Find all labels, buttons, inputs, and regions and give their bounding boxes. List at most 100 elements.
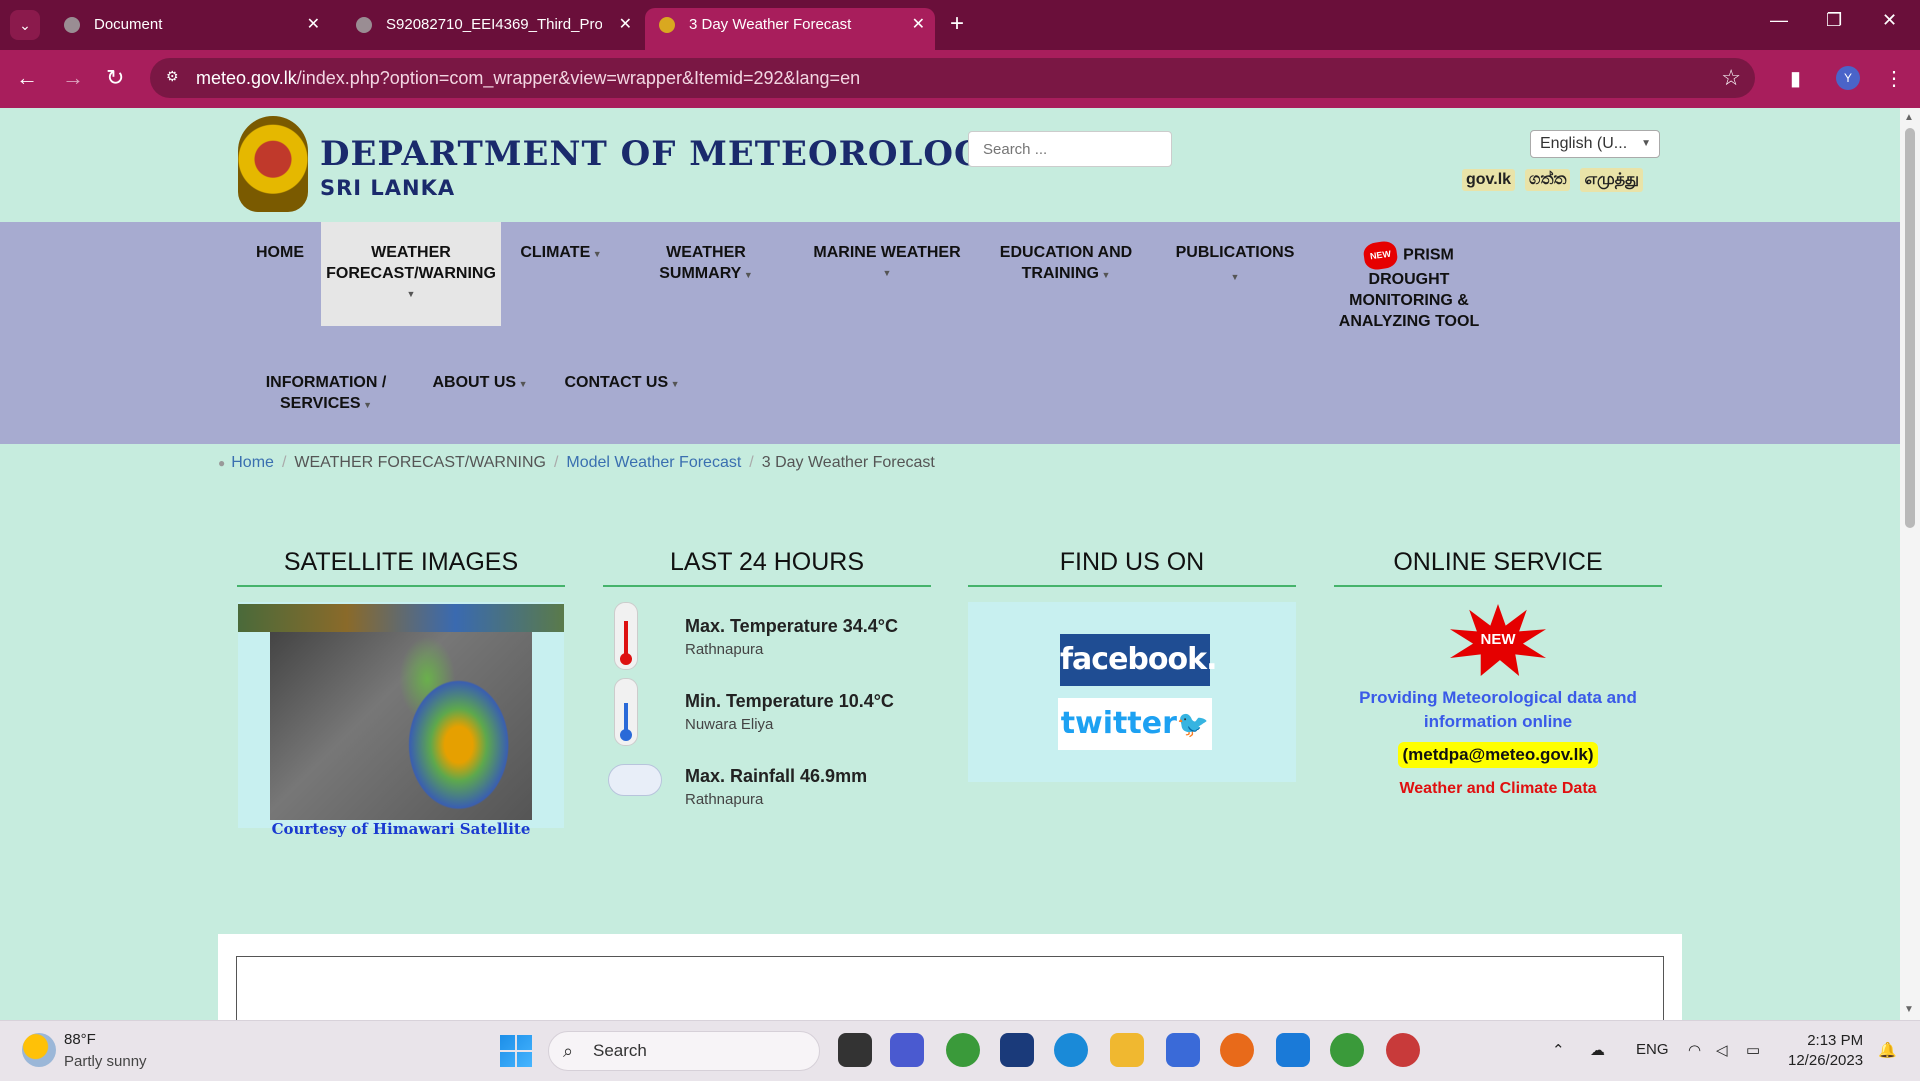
nav-weather-summary[interactable]: WEATHER SUMMARY ▼ bbox=[650, 242, 762, 286]
nav-about-us[interactable]: ABOUT US ▼ bbox=[430, 372, 530, 395]
partly-sunny-icon[interactable] bbox=[22, 1033, 56, 1067]
twitter-link[interactable]: twitter🐦 bbox=[1058, 698, 1212, 750]
onedrive-icon[interactable]: ☁ bbox=[1590, 1041, 1605, 1059]
wifi-icon[interactable]: ◠ bbox=[1688, 1041, 1701, 1059]
notification-bell-icon[interactable]: 🔔 bbox=[1878, 1041, 1897, 1059]
nav-publications[interactable]: PUBLICATIONS ▼ bbox=[1170, 242, 1300, 288]
satellite-image-panel[interactable]: Courtesy of Himawari Satellite bbox=[238, 602, 564, 838]
battery-icon[interactable]: ▭ bbox=[1746, 1041, 1760, 1059]
scroll-down-icon[interactable]: ▼ bbox=[1904, 1004, 1914, 1015]
breadcrumb-level2[interactable]: Model Weather Forecast bbox=[566, 454, 741, 471]
last-24-hours-title: LAST 24 HOURS bbox=[603, 548, 931, 587]
profile-avatar[interactable]: Y bbox=[1836, 66, 1860, 90]
url-host: meteo.gov.lk bbox=[196, 68, 297, 88]
address-bar[interactable]: ⚙ meteo.gov.lk/index.php?option=com_wrap… bbox=[150, 58, 1755, 98]
firefox-icon[interactable] bbox=[1220, 1033, 1254, 1067]
nav-home[interactable]: HOME bbox=[250, 242, 310, 263]
online-service-line1: Providing Meteorological data and bbox=[1359, 688, 1637, 707]
nav-education-training[interactable]: EDUCATION AND TRAINING ▼ bbox=[996, 242, 1136, 286]
tab-label: S92082710_EEI4369_Third_Prog bbox=[386, 16, 602, 33]
vscode-icon[interactable] bbox=[1276, 1033, 1310, 1067]
taskbar-weather-condition[interactable]: Partly sunny bbox=[64, 1053, 147, 1070]
scrollbar-thumb[interactable] bbox=[1905, 128, 1915, 528]
nav-label: INFORMATION / bbox=[265, 374, 387, 391]
satellite-image[interactable] bbox=[270, 632, 532, 820]
online-service-description[interactable]: Providing Meteorological data and inform… bbox=[1334, 686, 1662, 734]
browser-tab-strip: ⌄ Document ✕ S92082710_EEI4369_Third_Pro… bbox=[0, 0, 1920, 50]
forward-icon[interactable]: → bbox=[62, 64, 84, 92]
nav-label: FORECAST/WARNING bbox=[326, 265, 496, 282]
site-title[interactable]: DEPARTMENT OF METEOROLOGY bbox=[320, 134, 1009, 174]
tamil-link[interactable]: எமுத்து bbox=[1580, 168, 1644, 192]
side-panel-icon[interactable]: ▮ bbox=[1790, 66, 1801, 91]
tab-search-chevron-icon[interactable]: ⌄ bbox=[10, 10, 40, 40]
tab-document[interactable]: Document ✕ bbox=[50, 8, 330, 50]
breadcrumb: ● Home / WEATHER FORECAST/WARNING / Model Wea… bbox=[218, 454, 935, 472]
nav-climate[interactable]: CLIMATE ▼ bbox=[516, 242, 606, 265]
new-tab-icon[interactable]: + bbox=[950, 10, 964, 38]
back-icon[interactable]: ← bbox=[16, 64, 38, 92]
breadcrumb-home[interactable]: Home bbox=[231, 454, 274, 471]
snipping-tool-icon[interactable] bbox=[1166, 1033, 1200, 1067]
scroll-up-icon[interactable]: ▲ bbox=[1904, 112, 1914, 123]
sri-lanka-emblem-logo[interactable] bbox=[238, 116, 308, 212]
nav-label: DROUGHT bbox=[1368, 271, 1450, 288]
windows-start-icon[interactable] bbox=[500, 1035, 532, 1067]
satellite-image-header bbox=[238, 604, 564, 632]
chrome-profile-s-icon[interactable] bbox=[1330, 1033, 1364, 1067]
min-temperature-place: Nuwara Eliya bbox=[685, 716, 774, 733]
nav-contact-us[interactable]: CONTACT US ▼ bbox=[562, 372, 682, 395]
tab-weather-forecast[interactable]: 3 Day Weather Forecast ✕ bbox=[645, 8, 935, 50]
site-info-icon[interactable]: ⚙ bbox=[166, 68, 184, 86]
forecast-iframe[interactable] bbox=[236, 956, 1664, 1020]
reload-icon[interactable]: ↻ bbox=[106, 64, 124, 92]
tab-assignment[interactable]: S92082710_EEI4369_Third_Prog ✕ bbox=[342, 8, 642, 50]
sinhala-link[interactable]: ගත්ත bbox=[1525, 169, 1571, 191]
close-tab-icon[interactable]: ✕ bbox=[307, 8, 320, 42]
twitter-label: twitter bbox=[1060, 706, 1177, 741]
online-service-email[interactable]: (metdpa@meteo.gov.lk) bbox=[1398, 742, 1598, 768]
show-hidden-icons-chevron-icon[interactable]: ⌃ bbox=[1552, 1041, 1565, 1059]
edge-browser-icon[interactable] bbox=[1054, 1033, 1088, 1067]
input-language[interactable]: ENG bbox=[1636, 1041, 1669, 1058]
min-temperature-label: Min. Temperature 10.4°C bbox=[685, 691, 894, 711]
facebook-link[interactable]: facebook. bbox=[1060, 634, 1217, 686]
nav-label: PUBLICATIONS bbox=[1175, 244, 1295, 261]
bookmark-star-icon[interactable]: ☆ bbox=[1721, 65, 1741, 91]
volume-icon[interactable]: ◁ bbox=[1716, 1041, 1728, 1059]
taskbar-search-label: Search bbox=[593, 1041, 647, 1060]
task-view-icon[interactable] bbox=[838, 1033, 872, 1067]
url-text[interactable]: meteo.gov.lk/index.php?option=com_wrappe… bbox=[196, 68, 860, 89]
taskbar-clock[interactable]: 2:13 PM 12/26/2023 bbox=[1788, 1031, 1863, 1071]
caret-down-icon: ▼ bbox=[882, 268, 892, 278]
taskbar-search[interactable]: ⌕ Search bbox=[548, 1031, 820, 1071]
nav-marine-weather[interactable]: MARINE WEATHER ▼ bbox=[812, 242, 962, 284]
nav-information-services[interactable]: INFORMATION / SERVICES ▼ bbox=[258, 372, 394, 416]
chrome-profile-y-icon[interactable] bbox=[1386, 1033, 1420, 1067]
gov-lk-link[interactable]: gov.lk bbox=[1462, 169, 1516, 191]
close-window-icon[interactable]: ✕ bbox=[1882, 10, 1897, 31]
file-explorer-icon[interactable] bbox=[1110, 1033, 1144, 1067]
minimize-icon[interactable]: — bbox=[1770, 10, 1788, 31]
restore-icon[interactable]: ❐ bbox=[1826, 10, 1842, 31]
nav-label: ABOUT US bbox=[432, 374, 517, 391]
close-tab-icon[interactable]: ✕ bbox=[912, 8, 925, 42]
nav-prism-drought-tool[interactable]: NEW PRISM DROUGHT MONITORING & ANALYZING … bbox=[1336, 239, 1482, 332]
page-scrollbar[interactable]: ▲ ▼ bbox=[1900, 108, 1920, 1020]
menu-kebab-icon[interactable]: ⋮ bbox=[1884, 66, 1904, 91]
close-tab-icon[interactable]: ✕ bbox=[619, 8, 632, 42]
chrome-app-icon[interactable] bbox=[946, 1033, 980, 1067]
satellite-caption[interactable]: Courtesy of Himawari Satellite bbox=[238, 820, 564, 838]
online-service-email-wrap: (metdpa@meteo.gov.lk) bbox=[1334, 742, 1662, 768]
weather-climate-data-link[interactable]: Weather and Climate Data bbox=[1334, 780, 1662, 798]
nav-label: HOME bbox=[256, 244, 304, 261]
teams-chat-icon[interactable] bbox=[890, 1033, 924, 1067]
nav-weather-forecast-warning[interactable]: WEATHER FORECAST/WARNING ▼ bbox=[321, 222, 501, 326]
language-select[interactable]: English (U... ▼ bbox=[1530, 130, 1660, 158]
clock-time: 2:13 PM bbox=[1807, 1032, 1864, 1049]
clipboard-app-icon[interactable] bbox=[1000, 1033, 1034, 1067]
site-search-input[interactable] bbox=[968, 131, 1172, 167]
taskbar-temperature[interactable]: 88°F bbox=[64, 1031, 96, 1048]
new-starburst-badge: NEW bbox=[1450, 604, 1546, 676]
nav-label: CLIMATE bbox=[520, 244, 591, 261]
